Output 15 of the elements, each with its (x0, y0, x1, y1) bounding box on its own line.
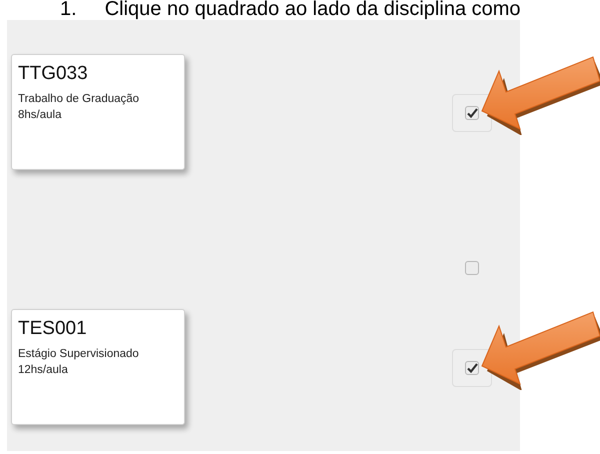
checkmark-icon (466, 363, 478, 373)
course-code: TTG033 (18, 63, 89, 85)
course-hours: 12hs/aula (18, 363, 69, 378)
checkbox[interactable] (465, 261, 479, 275)
list-number: 1. (60, 0, 77, 20)
course-name: Estágio Supervisionado (18, 347, 140, 362)
course-code: TES001 (18, 318, 88, 340)
checkmark-icon (466, 108, 478, 118)
arrow-icon (481, 56, 600, 135)
course-name: Trabalho de Graduação (18, 92, 140, 107)
instruction-text: Clique no quadrado ao lado da disciplina como (104, 0, 521, 20)
checkbox[interactable] (465, 106, 479, 120)
course-hours: 8hs/aula (18, 108, 62, 123)
checkbox[interactable] (465, 361, 479, 375)
arrow-icon (481, 311, 600, 390)
